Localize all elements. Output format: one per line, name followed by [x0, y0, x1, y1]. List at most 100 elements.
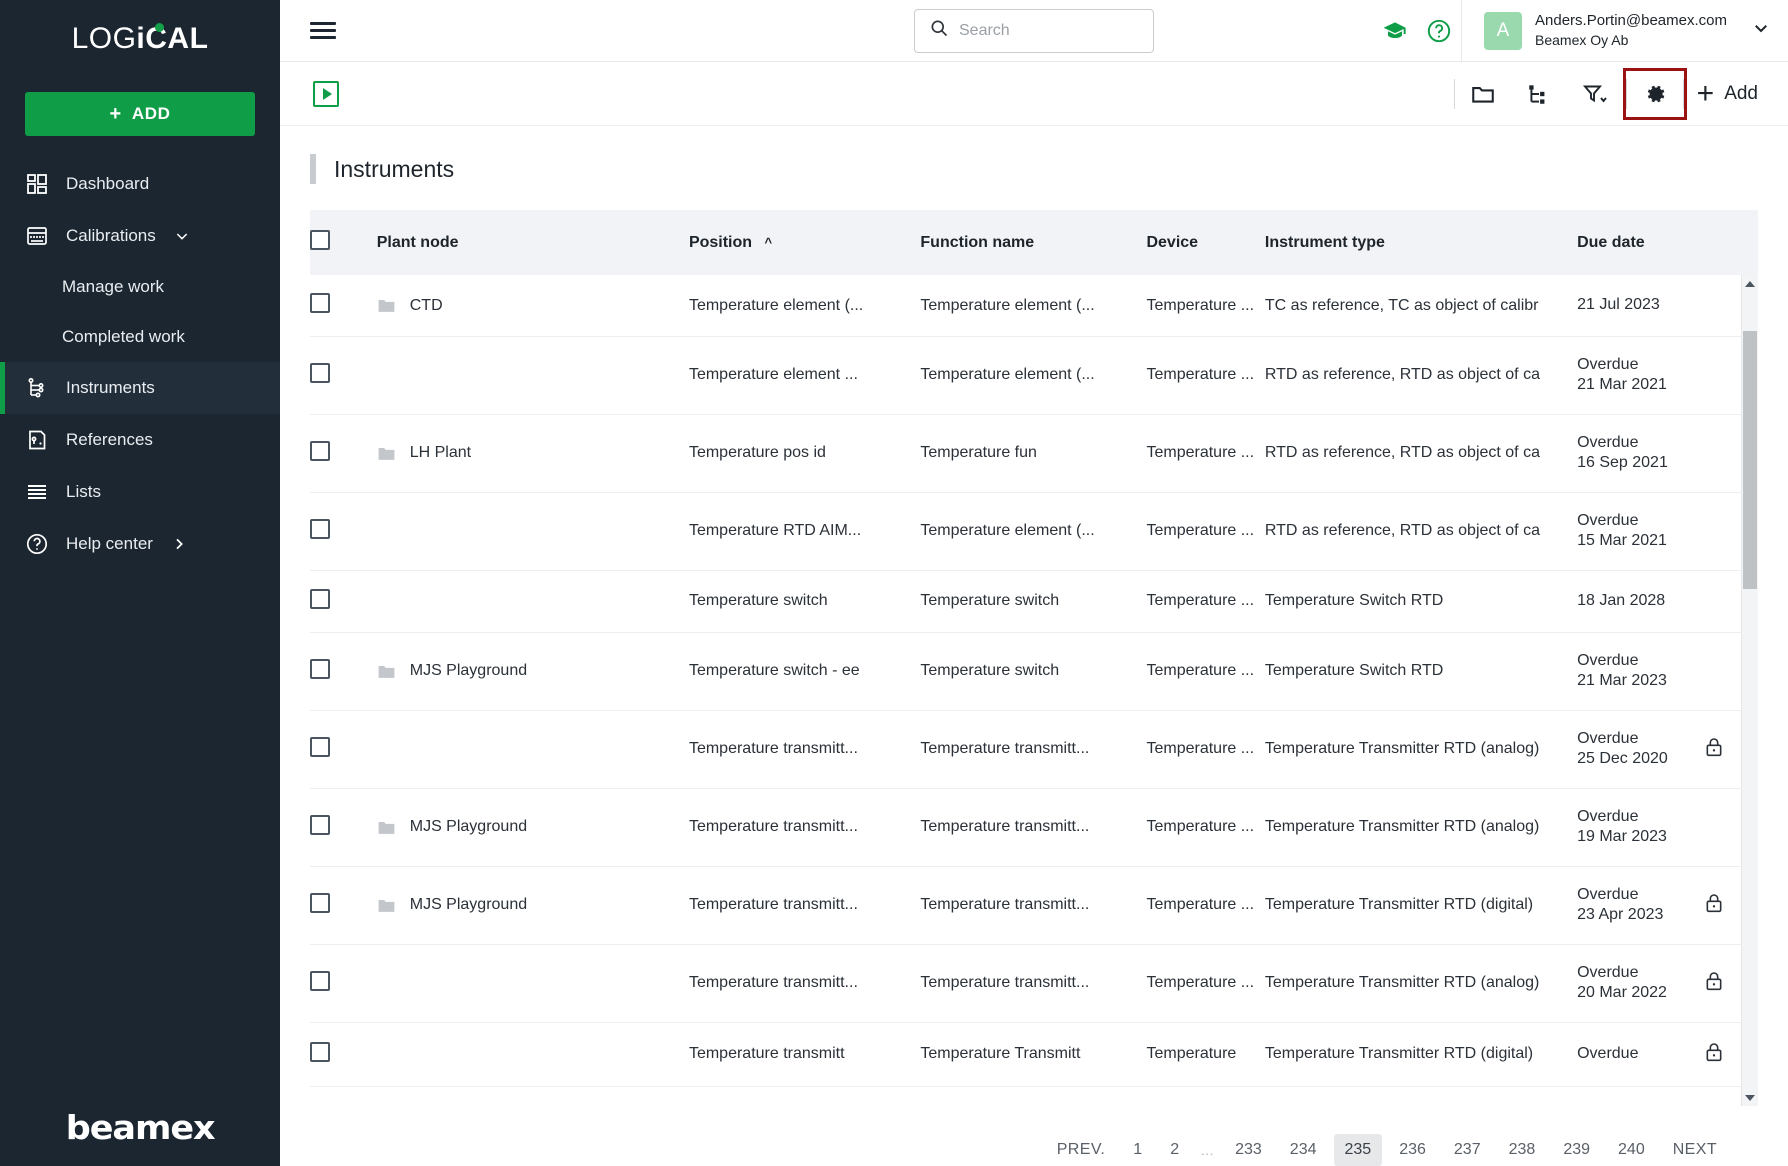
lock-icon	[1704, 1042, 1724, 1067]
row-checkbox[interactable]	[310, 970, 330, 991]
sidebar-item-dashboard[interactable]: Dashboard	[0, 158, 280, 210]
cell-instrument-type[interactable]: RTD as reference, RTD as object of ca	[1264, 336, 1578, 415]
cell-plant-node	[376, 570, 689, 633]
row-checkbox[interactable]	[310, 518, 330, 539]
cell-instrument-type[interactable]: Temperature Transmitter RTD (analog)	[1264, 944, 1578, 1023]
row-checkbox[interactable]	[310, 814, 330, 835]
cell-plant-node	[376, 492, 689, 571]
folder-icon[interactable]	[1455, 71, 1511, 117]
play-square-icon[interactable]	[313, 80, 339, 107]
hierarchy-icon[interactable]	[1511, 71, 1567, 117]
search-input[interactable]	[959, 21, 1139, 40]
cell-instrument-type[interactable]: Temperature Transmitter RTD (analog)	[1264, 788, 1578, 867]
cell-due-date: Overdue 20 Mar 2022	[1577, 944, 1705, 1023]
cell-position: Temperature pos id	[688, 414, 921, 493]
table-row[interactable]: Temperature transmitt... Temperature tran…	[310, 944, 1758, 1023]
column-header-due-date[interactable]: Due date	[1577, 210, 1704, 275]
graduation-cap-icon[interactable]	[1373, 18, 1417, 44]
hamburger-menu-icon[interactable]	[310, 18, 336, 43]
plant-node-label: CTD	[409, 296, 443, 314]
sidebar-item-lists[interactable]: Lists	[0, 466, 280, 518]
lock-icon	[1704, 971, 1724, 996]
cell-function-name: Temperature fun	[920, 414, 1147, 493]
row-checkbox[interactable]	[310, 293, 330, 313]
table-row[interactable]: CTD Temperature element (... Temperature e…	[310, 275, 1758, 337]
cell-plant-node: MJS Playground	[376, 866, 689, 945]
row-checkbox[interactable]	[310, 1041, 330, 1062]
pagination-prev[interactable]: PREV.	[1046, 1134, 1117, 1166]
select-all-checkbox[interactable]	[310, 230, 330, 250]
add-record-button[interactable]: + Add	[1697, 78, 1758, 109]
row-checkbox[interactable]	[310, 736, 330, 757]
cell-function-name: Temperature element (...	[920, 336, 1147, 415]
cell-position: Temperature switch	[688, 570, 921, 633]
cell-due-date: Overdue 23 Apr 2023	[1577, 866, 1705, 945]
scrollbar-thumb[interactable]	[1743, 331, 1757, 589]
add-button[interactable]: + ADD	[25, 92, 255, 136]
cell-instrument-type[interactable]: Temperature Transmitter RTD (analog)	[1264, 710, 1578, 789]
sidebar-item-help-center[interactable]: Help center	[0, 518, 280, 570]
cell-instrument-type[interactable]: Temperature Transmitter RTD (digital)	[1264, 1022, 1578, 1087]
search-box[interactable]	[914, 8, 1154, 53]
table-row[interactable]: LH Plant Temperature pos id Temperature fu…	[310, 414, 1758, 493]
cell-plant-node: MJS Playground	[376, 632, 689, 711]
cell-instrument-type[interactable]: Temperature Switch RTD	[1264, 570, 1578, 633]
scroll-up-arrow-icon[interactable]	[1742, 275, 1758, 292]
pagination-page[interactable]: 239	[1552, 1134, 1601, 1166]
sidebar-item-calibrations[interactable]: Calibrations	[0, 210, 280, 262]
folder-icon	[377, 296, 396, 315]
cell-instrument-type[interactable]: Temperature Switch RTD	[1264, 632, 1578, 711]
row-checkbox[interactable]	[310, 440, 330, 461]
sidebar: LOGiCAL + ADD Dashboard Calibrations Man…	[0, 0, 280, 1166]
filter-icon[interactable]	[1567, 71, 1623, 117]
help-circle-icon	[24, 531, 50, 557]
pagination-page[interactable]: 236	[1388, 1134, 1437, 1166]
column-header-instrument-type[interactable]: Instrument type	[1265, 210, 1577, 275]
table-row[interactable]: Temperature element ... Temperature eleme…	[310, 336, 1758, 415]
column-header-position[interactable]: Position ^	[689, 210, 920, 275]
table-row[interactable]: Temperature transmitt... Temperature tran…	[310, 710, 1758, 789]
row-checkbox[interactable]	[310, 658, 330, 679]
cell-instrument-type[interactable]: TC as reference, TC as object of calibr	[1264, 275, 1578, 337]
references-icon	[24, 427, 50, 453]
column-header-plant-node[interactable]: Plant node	[377, 210, 689, 275]
pagination-page[interactable]: 2	[1159, 1134, 1190, 1166]
cell-plant-node: CTD	[376, 275, 689, 337]
pagination-page[interactable]: 238	[1498, 1134, 1547, 1166]
cell-position: Temperature switch - ee	[688, 632, 921, 711]
pagination-page[interactable]: 234	[1279, 1134, 1328, 1166]
user-menu[interactable]: A Anders.Portin@beamex.com Beamex Oy Ab	[1461, 0, 1788, 61]
sidebar-item-references[interactable]: References	[0, 414, 280, 466]
table-row[interactable]: Temperature RTD AIM... Temperature elemen…	[310, 492, 1758, 571]
cell-instrument-type[interactable]: RTD as reference, RTD as object of ca	[1264, 414, 1578, 493]
row-checkbox[interactable]	[310, 892, 330, 913]
sidebar-subitem-manage-work[interactable]: Manage work	[0, 262, 280, 312]
sidebar-subitem-completed-work[interactable]: Completed work	[0, 312, 280, 362]
gear-icon[interactable]	[1627, 71, 1683, 117]
pagination-page[interactable]: 235	[1333, 1134, 1383, 1166]
table-row[interactable]: MJS Playground Temperature transmitt... Te…	[310, 866, 1758, 945]
cell-position: Temperature element ...	[688, 336, 921, 415]
cell-device: Temperature ...	[1146, 336, 1265, 415]
cell-instrument-type[interactable]: RTD as reference, RTD as object of ca	[1264, 492, 1578, 571]
pagination-page[interactable]: 240	[1607, 1134, 1656, 1166]
row-checkbox[interactable]	[310, 588, 330, 609]
pagination-page[interactable]: 1	[1122, 1134, 1153, 1166]
table-row[interactable]: Temperature transmitt Temperature Transmi…	[310, 1022, 1758, 1087]
cell-instrument-type[interactable]: Temperature Transmitter RTD (digital)	[1264, 866, 1578, 945]
column-header-device[interactable]: Device	[1146, 210, 1264, 275]
chevron-down-icon[interactable]	[174, 228, 190, 244]
pagination-page[interactable]: 237	[1443, 1134, 1492, 1166]
column-header-function-name[interactable]: Function name	[920, 210, 1146, 275]
sidebar-item-instruments[interactable]: Instruments	[0, 362, 280, 414]
table-scrollbar[interactable]	[1741, 275, 1758, 1106]
table-row[interactable]: MJS Playground Temperature transmitt... Te…	[310, 788, 1758, 867]
pagination-page[interactable]: 233	[1224, 1134, 1273, 1166]
help-circle-icon[interactable]	[1417, 18, 1461, 44]
table-row[interactable]: Temperature switch Temperature switch Temp…	[310, 570, 1758, 633]
pagination-next[interactable]: NEXT	[1662, 1134, 1728, 1166]
table-row[interactable]: MJS Playground Temperature switch - ee Tem…	[310, 632, 1758, 711]
row-checkbox[interactable]	[310, 362, 330, 383]
chevron-down-icon[interactable]	[1752, 19, 1770, 42]
scroll-down-arrow-icon[interactable]	[1742, 1089, 1758, 1106]
